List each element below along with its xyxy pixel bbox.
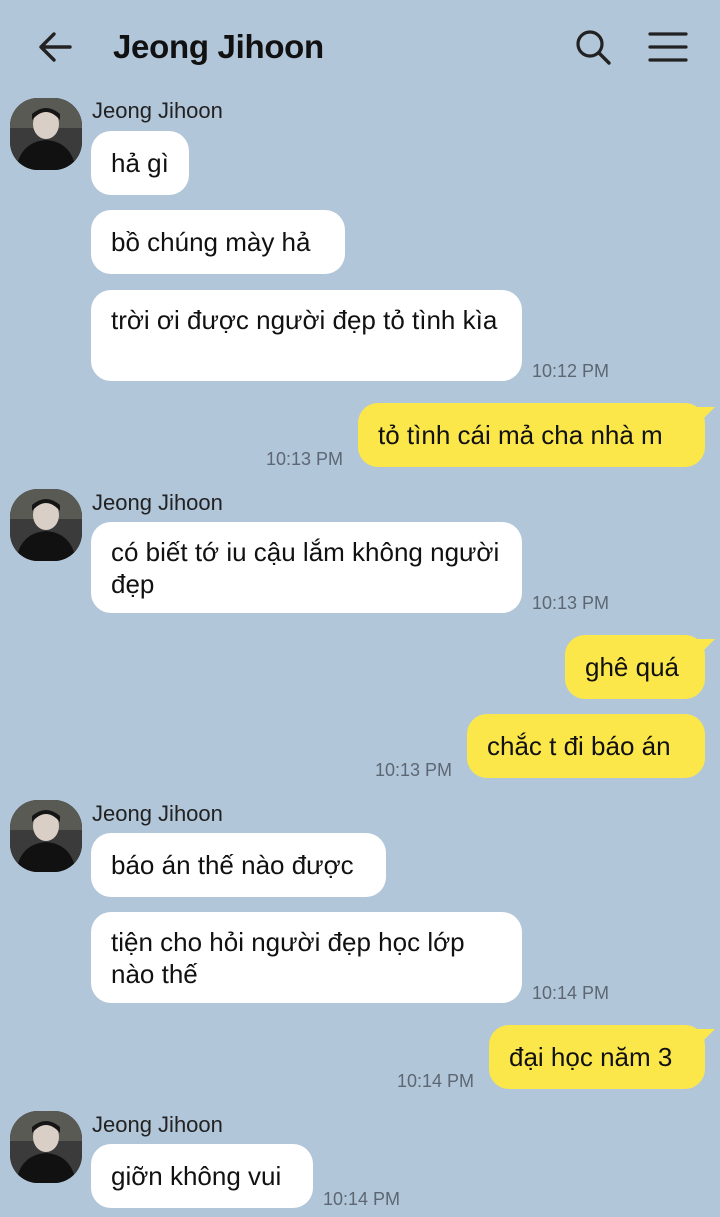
menu-button[interactable] [644,24,692,70]
bubble-tail [697,639,715,657]
avatar[interactable] [10,489,82,561]
my-message-bubble[interactable]: chắc t đi báo án [467,714,705,778]
bubble-tail [697,407,715,425]
profile-photo-icon [10,1111,82,1183]
avatar[interactable] [10,98,82,170]
search-icon [576,30,611,65]
message-bubble[interactable]: có biết tớ iu cậu lắm không người đẹp [91,522,522,613]
profile-photo-icon [10,98,82,170]
message-time: 10:14 PM [532,983,610,1003]
message-time: 10:14 PM [397,1071,475,1091]
profile-photo-icon [10,489,82,561]
message-bubble[interactable]: báo án thế nào được [91,833,386,897]
sender-name: Jeong Jihoon [92,490,223,515]
message-time: 10:12 PM [532,361,610,381]
sender-name: Jeong Jihoon [92,1112,223,1137]
back-arrow-icon [39,32,72,62]
message-time: 10:13 PM [266,449,344,469]
message-bubble[interactable]: trời ơi được người đẹp tỏ tình kìa [91,290,522,381]
message-bubble[interactable]: hả gì [91,131,189,195]
chat-title: Jeong Jihoon [113,28,324,65]
message-bubble[interactable]: bồ chúng mày hả [91,210,345,274]
my-message-bubble[interactable]: đại học năm 3 [489,1025,705,1089]
chat-header: Jeong Jihoon [0,0,720,96]
message-time: 10:13 PM [375,760,453,780]
message-bubble[interactable]: tiện cho hỏi người đẹp học lớp nào thế [91,912,522,1003]
bubble-tail [697,1029,715,1047]
message-time: 10:14 PM [323,1189,401,1209]
menu-icon [648,32,688,62]
message-bubble[interactable]: giỡn không vui [91,1144,313,1208]
profile-photo-icon [10,800,82,872]
search-button[interactable] [570,24,616,70]
message-time: 10:13 PM [532,593,610,613]
my-message-bubble[interactable]: tỏ tình cái mả cha nhà m [358,403,705,467]
sender-name: Jeong Jihoon [92,98,223,123]
avatar[interactable] [10,1111,82,1183]
avatar[interactable] [10,800,82,872]
sender-name: Jeong Jihoon [92,801,223,826]
back-button[interactable] [30,22,80,72]
my-message-bubble[interactable]: ghê quá [565,635,705,699]
